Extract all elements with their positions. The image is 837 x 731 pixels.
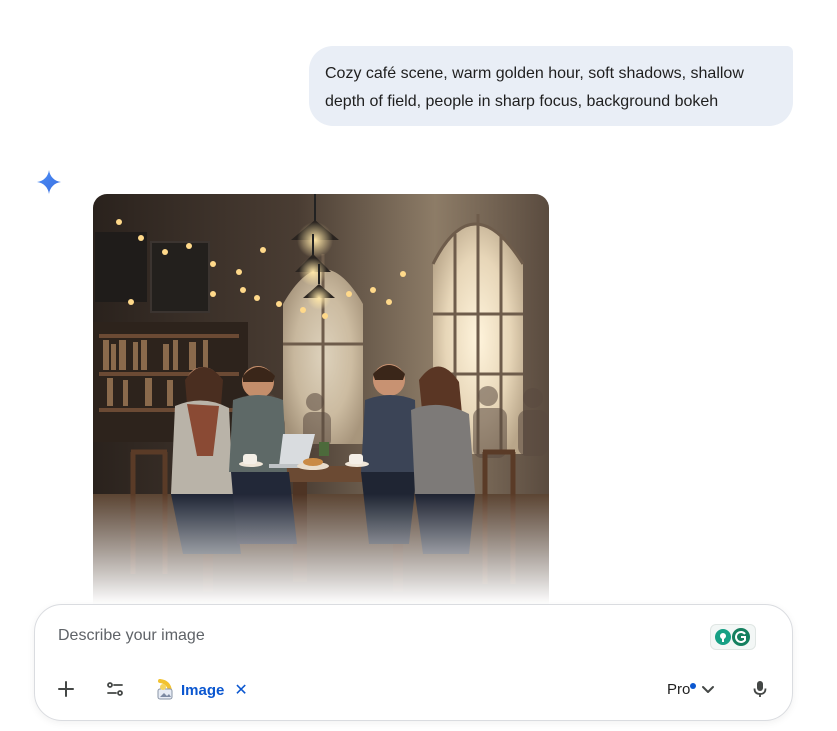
- prompt-composer: Image ✕ Pro: [34, 604, 793, 721]
- tools-icon: [107, 682, 123, 696]
- user-message-text: Cozy café scene, warm golden hour, soft …: [325, 65, 744, 110]
- model-indicator-dot: [690, 682, 697, 689]
- close-icon[interactable]: ✕: [234, 680, 247, 700]
- add-button[interactable]: [52, 675, 80, 703]
- chevron-down-icon: [702, 686, 715, 693]
- plus-icon: [58, 681, 74, 697]
- chat-page: Cozy café scene, warm golden hour, soft …: [0, 0, 837, 731]
- user-message-bubble: Cozy café scene, warm golden hour, soft …: [309, 46, 793, 126]
- gemini-spark-icon: [36, 169, 62, 195]
- image-chip-label: Image: [181, 681, 225, 699]
- microphone-icon: [753, 681, 767, 697]
- model-picker[interactable]: Pro: [667, 676, 718, 702]
- tools-button[interactable]: [101, 675, 129, 703]
- generated-image[interactable]: [93, 194, 549, 604]
- banana-image-icon: [157, 679, 173, 700]
- prompt-input[interactable]: [58, 627, 658, 645]
- grammarly-icon[interactable]: [710, 624, 756, 650]
- model-label: Pro: [667, 681, 697, 698]
- microphone-button[interactable]: [746, 675, 774, 703]
- image-tool-chip[interactable]: Image ✕: [155, 677, 248, 703]
